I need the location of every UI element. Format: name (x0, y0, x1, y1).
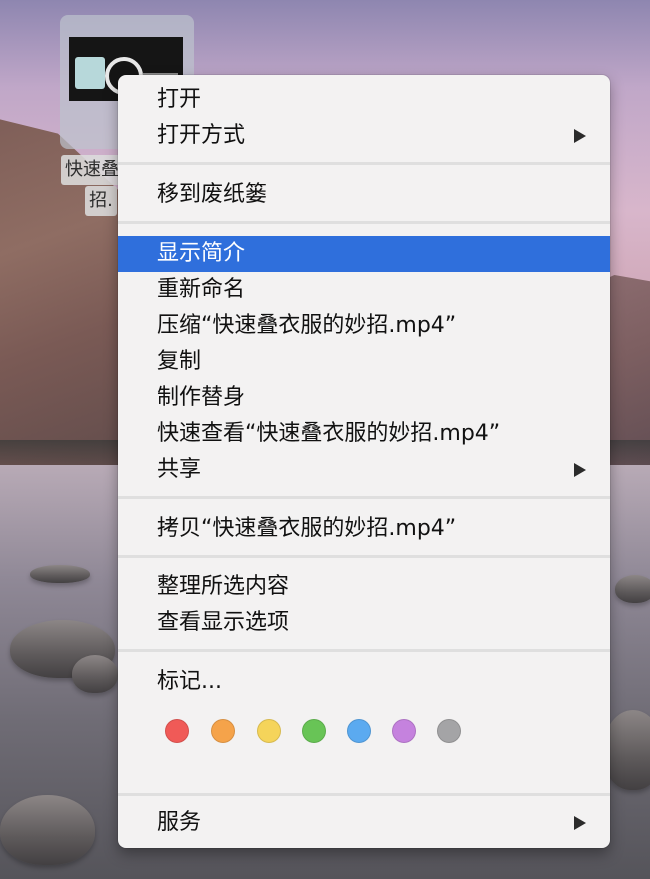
menu-item-clean-up-selection[interactable]: 整理所选内容 (118, 569, 610, 605)
separator (118, 649, 610, 652)
tag-green-icon[interactable] (302, 719, 326, 743)
tag-purple-icon[interactable] (392, 719, 416, 743)
menu-item-duplicate-label: 复制 (157, 349, 202, 374)
menu-item-share-label: 共享 (157, 457, 202, 482)
menu-item-make-alias[interactable]: 制作替身 (118, 380, 610, 416)
menu-item-show-view-options-label: 查看显示选项 (157, 610, 290, 635)
chevron-right-icon (574, 129, 586, 143)
menu-item-move-to-trash[interactable]: 移到废纸篓 (118, 177, 610, 213)
separator (118, 555, 610, 558)
tag-gray-icon[interactable] (437, 719, 461, 743)
thumbnail-cloth (75, 57, 105, 89)
separator (118, 496, 610, 499)
menu-item-quick-look[interactable]: 快速查看“快速叠衣服的妙招.mp4” (118, 416, 610, 452)
menu-item-open-with-label: 打开方式 (157, 123, 246, 148)
menu-item-tags[interactable]: 标记... (118, 664, 610, 700)
rock (72, 655, 118, 693)
separator (118, 221, 610, 224)
menu-item-compress-label: 压缩“快速叠衣服的妙招.mp4” (157, 313, 457, 338)
rock (615, 575, 650, 603)
context-menu: 打开 打开方式 移到废纸篓 显示简介 重新命名 压缩“快速叠衣服的妙招.mp4”… (118, 75, 610, 848)
menu-item-duplicate[interactable]: 复制 (118, 344, 610, 380)
menu-item-share[interactable]: 共享 (118, 452, 610, 488)
menu-item-open-with[interactable]: 打开方式 (118, 118, 610, 154)
menu-item-rename[interactable]: 重新命名 (118, 272, 610, 308)
tag-orange-icon[interactable] (211, 719, 235, 743)
tag-blue-icon[interactable] (347, 719, 371, 743)
file-name-line-2: 招. (85, 186, 117, 216)
menu-item-open-label: 打开 (157, 87, 202, 112)
menu-item-copy-label: 拷贝“快速叠衣服的妙招.mp4” (157, 516, 457, 541)
separator (118, 162, 610, 165)
menu-item-make-alias-label: 制作替身 (157, 385, 246, 410)
menu-item-copy[interactable]: 拷贝“快速叠衣服的妙招.mp4” (118, 511, 610, 547)
menu-item-quick-look-label: 快速查看“快速叠衣服的妙招.mp4” (157, 421, 501, 446)
menu-item-get-info[interactable]: 显示简介 (118, 236, 610, 272)
tag-red-icon[interactable] (165, 719, 189, 743)
menu-item-move-to-trash-label: 移到废纸篓 (157, 182, 268, 207)
menu-item-clean-up-selection-label: 整理所选内容 (157, 574, 290, 599)
menu-item-open[interactable]: 打开 (118, 82, 610, 118)
menu-item-compress[interactable]: 压缩“快速叠衣服的妙招.mp4” (118, 308, 610, 344)
menu-item-services[interactable]: 服务 (118, 805, 610, 841)
rock (30, 565, 90, 583)
menu-item-services-label: 服务 (157, 810, 202, 835)
separator (118, 793, 610, 796)
rock (0, 795, 95, 865)
chevron-right-icon (574, 816, 586, 830)
menu-item-show-view-options[interactable]: 查看显示选项 (118, 605, 610, 641)
menu-item-rename-label: 重新命名 (157, 277, 246, 302)
chevron-right-icon (574, 463, 586, 477)
rock (603, 710, 650, 790)
menu-item-get-info-label: 显示简介 (157, 241, 246, 266)
menu-item-tags-label: 标记... (157, 669, 222, 694)
tag-yellow-icon[interactable] (257, 719, 281, 743)
